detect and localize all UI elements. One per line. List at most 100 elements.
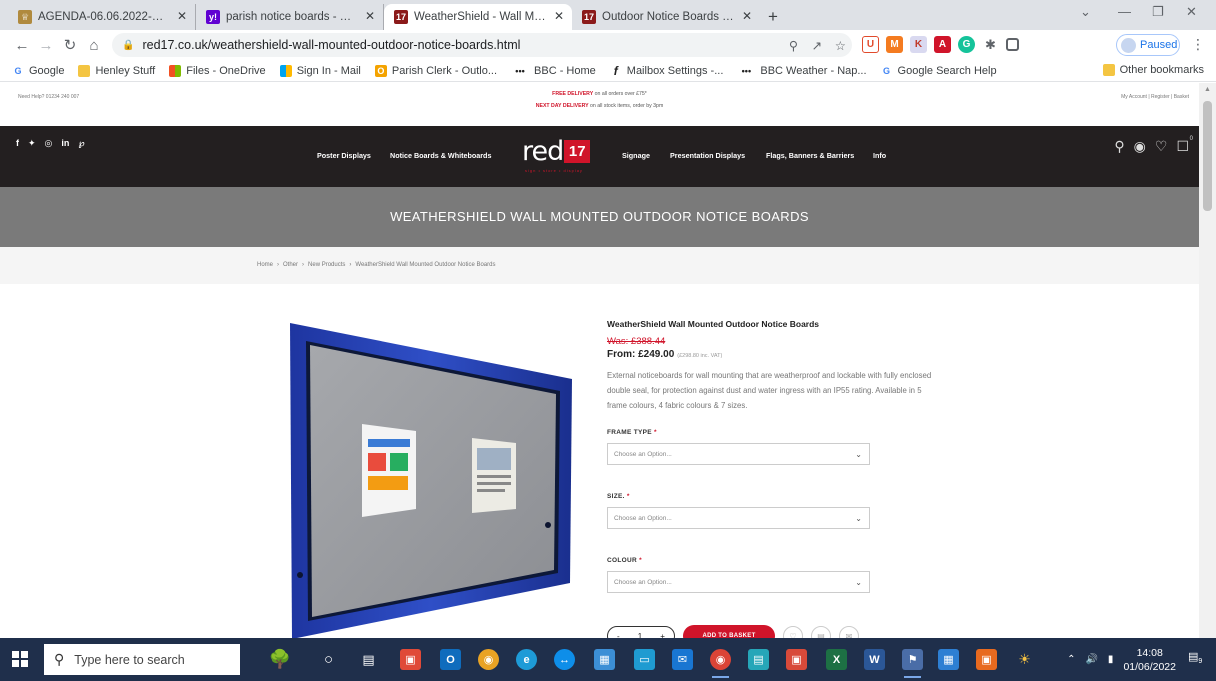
windows-start-icon[interactable] <box>12 651 28 667</box>
bookmark-henley[interactable]: Henley Stuff <box>78 64 155 77</box>
extension-u-icon[interactable]: U <box>862 36 879 53</box>
share-icon[interactable]: ↗ <box>812 38 822 53</box>
site-logo[interactable]: red 17 <box>522 138 591 165</box>
close-icon[interactable]: ✕ <box>365 9 375 23</box>
breadcrumb-new-products[interactable]: New Products <box>308 262 345 268</box>
basket-icon[interactable]: ☐ 0 <box>1176 136 1193 155</box>
profile-paused-button[interactable]: Paused <box>1116 34 1180 56</box>
volume-icon[interactable]: 🔊 <box>1085 654 1097 665</box>
notification-icon[interactable]: ▤9 <box>1188 650 1206 668</box>
product-image[interactable] <box>284 321 584 638</box>
add-to-basket-button[interactable]: ADD TO BASKET <box>683 625 775 638</box>
gift2-app-icon[interactable]: ▣ <box>786 649 807 670</box>
teams-app-icon[interactable]: ▤ <box>748 649 769 670</box>
browser-tab-yahoo[interactable]: y! parish notice boards - Yahoo Sea ✕ <box>196 4 384 30</box>
reload-icon[interactable]: ↻ <box>58 36 82 54</box>
other-bookmarks[interactable]: Other bookmarks <box>1102 64 1204 76</box>
bookmark-mail[interactable]: Sign In - Mail <box>279 64 361 77</box>
search-icon[interactable]: ⚲ <box>1114 138 1124 155</box>
explorer-app-icon[interactable]: ▭ <box>634 649 655 670</box>
browser-tab-weathershield[interactable]: 17 WeatherShield - Wall Mounted O ✕ <box>384 4 572 30</box>
compare-icon[interactable]: ▤ <box>811 626 831 638</box>
gift-app-icon[interactable]: ▣ <box>400 649 421 670</box>
lock-icon: 🔒 <box>122 39 135 51</box>
battery-icon[interactable]: ▮ <box>1108 654 1114 665</box>
extension-m-icon[interactable]: M <box>886 36 903 53</box>
bookmark-google-help[interactable]: G Google Search Help <box>881 65 997 77</box>
minimize-icon[interactable]: — <box>1118 4 1131 19</box>
scroll-up-icon[interactable]: ▲ <box>1204 86 1211 93</box>
facebook-icon[interactable]: f <box>16 138 19 149</box>
chevron-up-icon[interactable]: ⌃ <box>1067 654 1075 665</box>
bookmark-bbc-weather[interactable]: ••• BBC Weather - Nap... <box>737 65 867 77</box>
pdf-extension-icon[interactable]: A <box>934 36 951 53</box>
scrollbar-thumb[interactable] <box>1203 101 1212 211</box>
bookmark-mailbox[interactable]: f Mailbox Settings -... <box>610 64 724 78</box>
nav-flags-banners[interactable]: Flags, Banners & Barriers <box>766 151 854 160</box>
browser-menu-icon[interactable]: ⋮ <box>1191 36 1205 53</box>
chrome-app-icon[interactable]: ◉ <box>478 649 499 670</box>
window-close-icon[interactable]: ✕ <box>1186 4 1197 20</box>
calendar-app-icon[interactable]: ▦ <box>938 649 959 670</box>
paint-app-icon[interactable]: ▣ <box>976 649 997 670</box>
teamviewer-app-icon[interactable]: ↔ <box>554 649 575 670</box>
edge-app-icon[interactable]: e <box>516 649 537 670</box>
extension-k-icon[interactable]: K <box>910 36 927 53</box>
chrome-active-app-icon[interactable]: ◉ <box>710 649 731 678</box>
wishlist-heart-icon[interactable]: ♡ <box>1155 138 1168 155</box>
breadcrumb-other[interactable]: Other <box>283 262 298 268</box>
nav-notice-boards[interactable]: Notice Boards & Whiteboards <box>390 151 491 160</box>
system-clock[interactable]: 14:08 01/06/2022 <box>1123 646 1176 674</box>
new-tab-button[interactable]: + <box>760 4 786 30</box>
outlook-app-icon[interactable]: O <box>440 649 461 670</box>
close-icon[interactable]: ✕ <box>742 9 752 23</box>
breadcrumb-home[interactable]: Home <box>257 262 273 268</box>
twitter-icon[interactable]: ✦ <box>28 138 36 149</box>
pinterest-icon[interactable]: ℘ <box>78 138 84 149</box>
product-description: External noticeboards for wall mounting … <box>607 371 932 410</box>
store-app-icon[interactable]: ▦ <box>594 649 615 670</box>
taskbar-search-input[interactable]: ⚲ Type here to search <box>44 644 240 675</box>
bookmark-outlook[interactable]: O Parish Clerk - Outlo... <box>374 64 497 77</box>
excel-app-icon[interactable]: X <box>826 649 847 670</box>
close-icon[interactable]: ✕ <box>554 9 564 23</box>
grammarly-icon[interactable]: G <box>958 36 975 53</box>
close-icon[interactable]: ✕ <box>177 9 187 23</box>
frame-type-select[interactable]: Choose an Option... ⌄ <box>607 443 870 465</box>
home-icon[interactable]: ⌂ <box>82 37 106 54</box>
account-links[interactable]: My Account | Register | Basket <box>1121 94 1189 100</box>
flag-app-icon[interactable]: ⚑ <box>902 649 923 678</box>
side-panel-icon[interactable] <box>1006 38 1019 51</box>
weather-app-icon[interactable]: ☀ <box>1014 649 1035 670</box>
zoom-icon[interactable]: ⚲ <box>789 38 798 53</box>
forward-icon[interactable]: → <box>34 37 58 54</box>
bookmark-google[interactable]: G Google <box>12 65 64 77</box>
nav-signage[interactable]: Signage <box>622 151 650 160</box>
size-select[interactable]: Choose an Option... ⌄ <box>607 507 870 529</box>
restore-icon[interactable]: ❐ <box>1152 4 1164 20</box>
linkedin-icon[interactable]: in <box>61 138 69 149</box>
cortana-icon[interactable]: ○ <box>318 649 339 670</box>
email-icon[interactable]: ✉ <box>839 626 859 638</box>
browser-tab-agenda[interactable]: ♕ AGENDA-06.06.2022-JPC-ORDIN ✕ <box>8 4 196 30</box>
bookmark-bbc[interactable]: ••• BBC - Home <box>511 65 595 77</box>
page-scrollbar[interactable]: ▲ <box>1199 83 1216 638</box>
search-highlight-icon[interactable]: 🌳 <box>254 649 306 670</box>
bookmark-onedrive[interactable]: Files - OneDrive <box>169 64 266 77</box>
browser-tab-outdoor[interactable]: 17 Outdoor Notice Boards | Lockabl ✕ <box>572 4 760 30</box>
address-bar[interactable]: 🔒 red17.co.uk/weathershield-wall-mounted… <box>112 33 852 57</box>
word-app-icon[interactable]: W <box>864 649 885 670</box>
account-icon[interactable]: ◉ <box>1134 138 1146 155</box>
back-icon[interactable]: ← <box>10 37 34 54</box>
nav-poster-displays[interactable]: Poster Displays <box>317 151 371 160</box>
colour-select[interactable]: Choose an Option... ⌄ <box>607 571 870 593</box>
wishlist-heart-icon[interactable]: ♡ <box>783 626 803 638</box>
task-view-icon[interactable]: ▤ <box>358 649 379 670</box>
bookmark-star-icon[interactable]: ☆ <box>835 38 846 53</box>
nav-presentation-displays[interactable]: Presentation Displays <box>670 151 745 160</box>
tab-search-icon[interactable]: ⌄ <box>1080 4 1091 20</box>
instagram-icon[interactable]: ◎ <box>45 138 53 149</box>
mail-app-icon[interactable]: ✉ <box>672 649 693 670</box>
nav-info[interactable]: Info <box>873 151 886 160</box>
extensions-puzzle-icon[interactable]: ✱ <box>982 36 999 53</box>
